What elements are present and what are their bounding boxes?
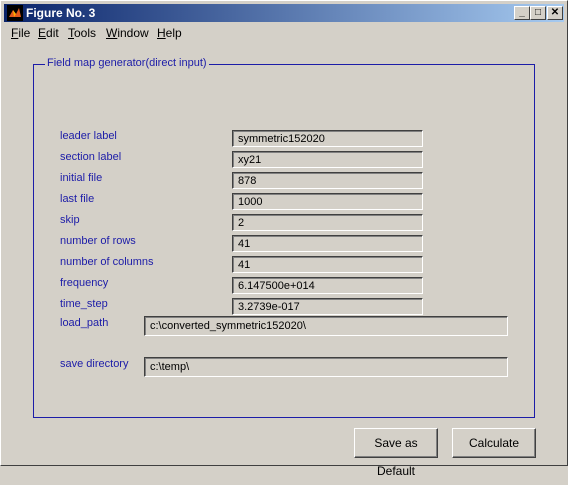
menu-tools[interactable]: Tools	[68, 26, 96, 40]
matlab-logo-icon	[7, 5, 23, 21]
calculate-button[interactable]: Calculate	[452, 428, 536, 458]
initial-file-field[interactable]: 878	[232, 172, 423, 189]
maximize-button[interactable]: □	[530, 6, 546, 20]
number-of-columns-label: number of columns	[60, 256, 154, 268]
maximize-icon: □	[534, 7, 542, 18]
number-of-columns-field[interactable]: 41	[232, 256, 423, 273]
save-as-default-button[interactable]: Save as Default	[354, 428, 438, 478]
minimize-button[interactable]: _	[514, 6, 530, 20]
window-title: Figure No. 3	[26, 6, 96, 20]
leader-label-label: leader label	[60, 130, 117, 142]
close-icon: ✕	[550, 7, 560, 18]
close-button[interactable]: ✕	[547, 6, 563, 20]
time-step-field[interactable]: 3.2739e-017	[232, 298, 423, 315]
save-directory-field[interactable]: c:\temp\	[144, 357, 508, 377]
leader-label-field[interactable]: symmetric152020	[232, 130, 423, 147]
menu-file[interactable]: File	[11, 26, 30, 40]
initial-file-label: initial file	[60, 172, 103, 184]
menu-edit[interactable]: Edit	[38, 26, 59, 40]
load-path-field[interactable]: c:\converted_symmetric152020\	[144, 316, 508, 336]
frequency-label: frequency	[60, 277, 109, 289]
menu-bar: File Edit Tools Window Help	[4, 23, 564, 43]
last-file-label: last file	[60, 193, 95, 205]
menu-help[interactable]: Help	[157, 26, 182, 40]
title-bar[interactable]: Figure No. 3 _ □ ✕	[4, 4, 564, 22]
time-step-label: time_step	[60, 298, 108, 310]
save-directory-label: save directory	[60, 358, 129, 370]
minimize-icon: _	[519, 7, 525, 18]
last-file-field[interactable]: 1000	[232, 193, 423, 210]
panel-title: Field map generator(direct input)	[45, 57, 209, 69]
skip-label: skip	[60, 214, 80, 226]
number-of-rows-label: number of rows	[60, 235, 136, 247]
number-of-rows-field[interactable]: 41	[232, 235, 423, 252]
section-label-label: section label	[60, 151, 122, 163]
frequency-field[interactable]: 6.147500e+014	[232, 277, 423, 294]
menu-window[interactable]: Window	[106, 26, 149, 40]
skip-field[interactable]: 2	[232, 214, 423, 231]
section-label-field[interactable]: xy21	[232, 151, 423, 168]
load-path-label: load_path	[60, 317, 109, 329]
